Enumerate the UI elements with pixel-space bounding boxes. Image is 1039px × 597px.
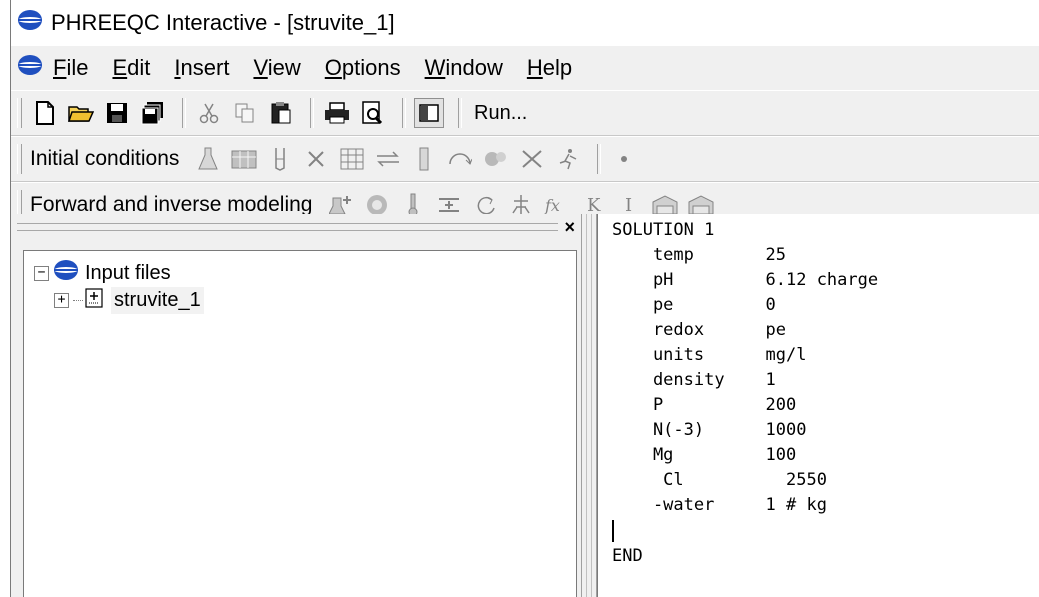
code-line: units mg/l <box>612 345 807 365</box>
collapse-icon[interactable]: − <box>34 265 49 281</box>
exchange-icon[interactable] <box>301 144 331 174</box>
toolbar-separator <box>458 98 462 128</box>
code-line: density 1 <box>612 370 776 390</box>
text-caret <box>612 520 614 542</box>
toolbar-grip[interactable] <box>17 98 22 128</box>
initial-conditions-label: Initial conditions <box>30 147 180 170</box>
menu-edit[interactable]: Edit <box>112 55 150 81</box>
pane-grip[interactable] <box>17 223 559 231</box>
toggle-tree-pane-icon[interactable] <box>414 98 444 128</box>
transport-icon[interactable] <box>553 144 583 174</box>
code-line: pH 6.12 charge <box>612 270 879 290</box>
menu-insert[interactable]: Insert <box>174 55 229 81</box>
initial-conditions-toolbar: Initial conditions <box>11 136 1039 182</box>
main-toolbar: Run... <box>11 90 1039 136</box>
menu-file[interactable]: File <box>53 55 88 81</box>
phreeqc-logo-icon <box>17 9 43 37</box>
code-line: pe 0 <box>612 295 776 315</box>
tree-root[interactable]: − Input files <box>34 259 171 287</box>
equilibrium-phases-icon[interactable] <box>265 144 295 174</box>
code-editor[interactable]: SOLUTION 1 temp 25 pH 6.12 charge pe 0 r… <box>597 214 1039 597</box>
menu-options[interactable]: Options <box>325 55 401 81</box>
code-line: P 200 <box>612 395 797 415</box>
svg-text:I: I <box>625 195 632 215</box>
input-file-icon <box>85 287 103 314</box>
save-icon[interactable] <box>102 98 132 128</box>
toolbar-separator <box>310 98 314 128</box>
toolbar-separator <box>402 98 406 128</box>
open-folder-icon[interactable] <box>66 98 96 128</box>
svg-text:K: K <box>587 195 601 215</box>
code-line: redox pe <box>612 320 786 340</box>
tree-pane-header[interactable]: × <box>11 214 581 240</box>
expand-icon[interactable]: + <box>54 293 69 308</box>
solid-solutions-icon[interactable] <box>409 144 439 174</box>
save-all-icon[interactable] <box>138 98 168 128</box>
pane-splitter[interactable] <box>581 214 597 597</box>
app-window: PHREEQC Interactive - [struvite_1] File … <box>10 0 1039 597</box>
reaction-icon[interactable] <box>517 144 547 174</box>
toolbar-grip[interactable] <box>17 144 22 174</box>
toolbar-separator <box>597 144 602 174</box>
print-preview-icon[interactable] <box>358 98 388 128</box>
menu-window[interactable]: Window <box>425 55 503 81</box>
tree-item-label: struvite_1 <box>111 287 204 314</box>
file-tree: − Input files + struvite_1 <box>23 250 577 597</box>
code-line: -water 1 # kg <box>612 495 827 515</box>
tree-connector <box>73 300 83 301</box>
input-files-icon <box>53 259 79 287</box>
kinetics-icon[interactable] <box>445 144 475 174</box>
copy-icon[interactable] <box>230 98 260 128</box>
mix-icon[interactable] <box>481 144 511 174</box>
code-line: Mg 100 <box>612 445 797 465</box>
surface-icon[interactable] <box>337 144 367 174</box>
code-line: END <box>612 546 643 566</box>
solution-spread-icon[interactable] <box>229 144 259 174</box>
code-line: temp 25 <box>612 245 786 265</box>
title-bar: PHREEQC Interactive - [struvite_1] <box>11 0 1039 46</box>
window-title: PHREEQC Interactive - [struvite_1] <box>51 10 395 35</box>
code-line: Cl 2550 <box>612 470 827 490</box>
menu-view[interactable]: View <box>253 55 300 81</box>
svg-text:fx: fx <box>544 196 560 215</box>
tree-item-struvite-1[interactable]: + struvite_1 <box>54 287 204 314</box>
new-file-icon[interactable] <box>30 98 60 128</box>
run-button[interactable]: Run... <box>474 102 527 125</box>
paste-icon[interactable] <box>266 98 296 128</box>
tree-pane: × − Input files + struvite_1 <box>11 214 581 597</box>
close-icon[interactable]: × <box>564 217 575 238</box>
code-line: N(-3) 1000 <box>612 420 807 440</box>
workspace: × − Input files + struvite_1 SOLUTION 1 … <box>11 214 1039 597</box>
document-menu-icon[interactable] <box>17 54 43 82</box>
menu-bar: File Edit Insert View Options Window Hel… <box>11 46 1039 90</box>
solution-flask-icon[interactable] <box>193 144 223 174</box>
gas-phase-icon[interactable] <box>373 144 403 174</box>
toolbar-separator <box>182 98 186 128</box>
tree-root-label: Input files <box>85 261 171 284</box>
code-line: SOLUTION 1 <box>612 220 715 240</box>
cut-icon[interactable] <box>194 98 224 128</box>
menu-help[interactable]: Help <box>527 55 572 81</box>
dot-icon[interactable] <box>609 144 639 174</box>
print-icon[interactable] <box>322 98 352 128</box>
